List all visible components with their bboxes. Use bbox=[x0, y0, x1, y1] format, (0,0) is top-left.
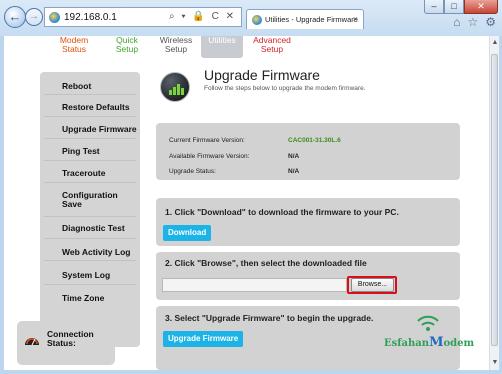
step2-text: 2. Click "Browse", then select the downl… bbox=[165, 258, 367, 268]
address-url[interactable]: 192.168.0.1 bbox=[64, 12, 117, 23]
browser-tab[interactable]: Utilities - Upgrade Firmware × bbox=[246, 9, 364, 29]
nav-advanced-setup[interactable]: Advanced Setup bbox=[249, 36, 295, 54]
step1-panel: 1. Click "Download" to download the firm… bbox=[156, 198, 460, 246]
upgrade-status-value: N/A bbox=[288, 168, 300, 175]
sidebar-item-system-log[interactable]: System Log bbox=[44, 260, 136, 284]
browse-button[interactable]: Browse... bbox=[351, 278, 394, 292]
firmware-chart-icon bbox=[160, 72, 190, 102]
sidebar-item-configuration-save[interactable]: Configuration Save bbox=[44, 182, 136, 216]
sidebar-item-traceroute[interactable]: Traceroute bbox=[44, 160, 136, 182]
step1-text: 1. Click "Download" to download the firm… bbox=[165, 207, 399, 217]
browser-chrome: – □ ✕ ← → 192.168.0.1 ⌕ ▾ 🔒 C ✕ Utilitie… bbox=[0, 0, 502, 36]
minimize-button[interactable]: – bbox=[424, 0, 444, 14]
close-window-button[interactable]: ✕ bbox=[464, 0, 498, 14]
logo-m: M bbox=[429, 335, 444, 350]
wifi-icon bbox=[417, 315, 439, 331]
sidebar-item-restore-defaults[interactable]: Restore Defaults bbox=[44, 94, 136, 116]
connection-status-box: Connection Status: bbox=[17, 321, 115, 365]
scroll-down-arrow-icon[interactable]: ▼ bbox=[491, 358, 499, 368]
download-button[interactable]: Download bbox=[163, 225, 212, 241]
sidebar-item-time-zone[interactable]: Time Zone bbox=[44, 284, 136, 306]
available-firmware-label: Available Firmware Version: bbox=[169, 153, 250, 160]
scroll-thumb[interactable] bbox=[491, 54, 498, 346]
sidebar-item-upgrade-firmware[interactable]: Upgrade Firmware bbox=[44, 116, 137, 138]
gear-icon[interactable]: ⚙ bbox=[485, 15, 496, 29]
home-icon[interactable]: ⌂ bbox=[453, 15, 460, 29]
forward-button[interactable]: → bbox=[25, 8, 43, 26]
firmware-info-panel: Current Firmware Version: CAC001-31.30L.… bbox=[156, 123, 460, 180]
current-firmware-value: CAC001-31.30L.6 bbox=[288, 137, 341, 144]
tab-favicon-icon bbox=[252, 15, 262, 25]
logo-prefix: Esfahan bbox=[384, 338, 430, 349]
sidebar-item-ping-test[interactable]: Ping Test bbox=[44, 138, 136, 160]
upgrade-status-label: Upgrade Status: bbox=[169, 168, 216, 175]
nav-wireless-setup[interactable]: Wireless Setup bbox=[154, 36, 198, 54]
tab-title: Utilities - Upgrade Firmware bbox=[265, 15, 358, 24]
sidebar-item-web-activity-log[interactable]: Web Activity Log bbox=[44, 238, 136, 260]
scroll-up-arrow-icon[interactable]: ▲ bbox=[491, 38, 499, 48]
step3-text: 3. Select "Upgrade Firmware" to begin th… bbox=[165, 313, 374, 323]
nav-utilities[interactable]: Utilities bbox=[201, 36, 243, 58]
page-title: Upgrade Firmware bbox=[204, 67, 320, 83]
star-icon[interactable]: ☆ bbox=[467, 15, 478, 29]
top-navigation: Modem Status Quick Setup Wireless Setup … bbox=[4, 36, 489, 58]
nav-modem-status[interactable]: Modem Status bbox=[50, 36, 98, 54]
sidebar-item-reboot[interactable]: Reboot bbox=[44, 72, 136, 94]
file-path-field[interactable] bbox=[162, 278, 347, 292]
esfahan-modem-logo: EsfahanModem bbox=[384, 314, 474, 354]
gauge-icon bbox=[25, 338, 39, 346]
nav-quick-setup[interactable]: Quick Setup bbox=[107, 36, 147, 54]
page-subtitle: Follow the steps below to upgrade the mo… bbox=[204, 85, 366, 92]
back-button[interactable]: ← bbox=[4, 6, 26, 28]
tab-close-icon[interactable]: × bbox=[353, 14, 358, 24]
site-globe-icon bbox=[49, 12, 60, 23]
step2-panel: 2. Click "Browse", then select the downl… bbox=[156, 252, 460, 300]
connection-status-label: Connection Status: bbox=[47, 329, 94, 348]
window-controls: – □ ✕ bbox=[424, 0, 498, 14]
page-viewport: Modem Status Quick Setup Wireless Setup … bbox=[4, 36, 489, 370]
sidebar-item-diagnostic-test[interactable]: Diagnostic Test bbox=[44, 216, 136, 238]
sidebar-menu: Reboot Restore Defaults Upgrade Firmware… bbox=[40, 72, 140, 347]
address-bar[interactable]: 192.168.0.1 ⌕ ▾ 🔒 C ✕ bbox=[44, 7, 242, 27]
address-tools[interactable]: ⌕ ▾ 🔒 C ✕ bbox=[169, 11, 236, 22]
maximize-button[interactable]: □ bbox=[444, 0, 464, 14]
browser-right-icons: ⌂ ☆ ⚙ bbox=[453, 15, 496, 29]
logo-suffix: odem bbox=[443, 338, 475, 349]
upgrade-firmware-button[interactable]: Upgrade Firmware bbox=[163, 331, 244, 347]
vertical-scrollbar[interactable]: ▲ ▼ bbox=[489, 36, 499, 370]
current-firmware-label: Current Firmware Version: bbox=[169, 137, 245, 144]
available-firmware-value: N/A bbox=[288, 153, 300, 160]
